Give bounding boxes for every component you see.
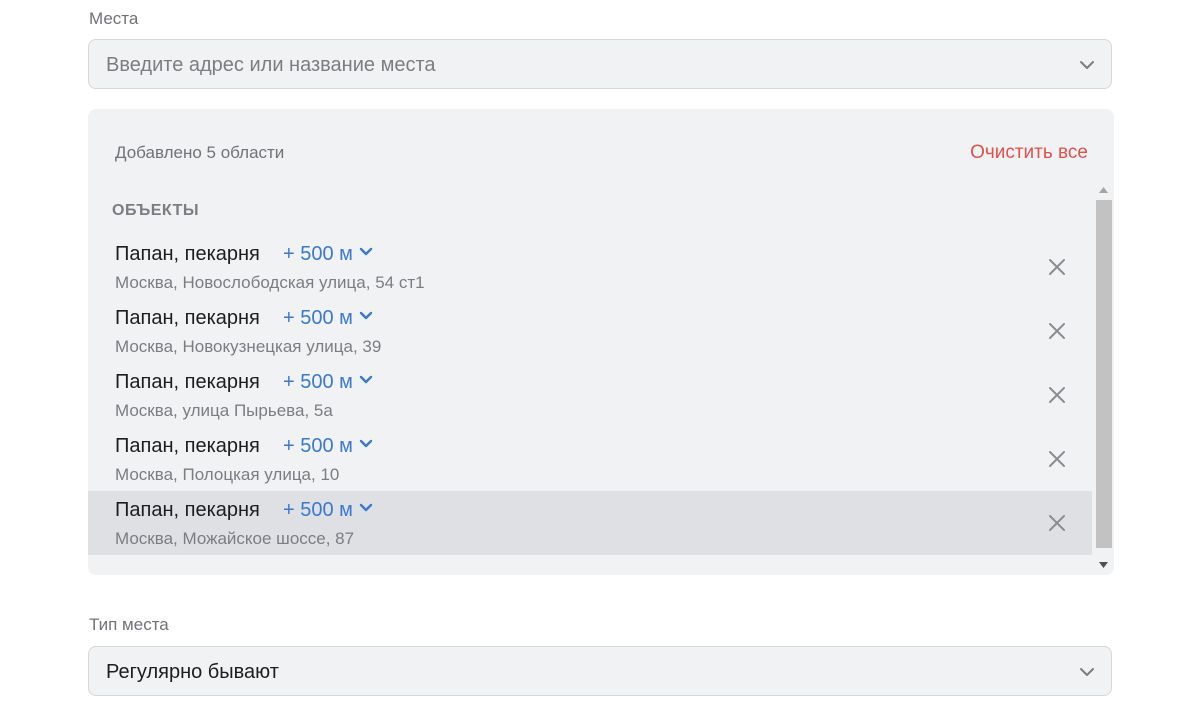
selected-places-panel: Добавлено 5 области Очистить все ОБЪЕКТЫ…	[88, 109, 1114, 575]
place-address: Москва, Новослободская улица, 54 ст1	[115, 273, 425, 292]
chevron-down-icon	[359, 503, 373, 512]
scroll-up-arrow-icon[interactable]	[1099, 187, 1108, 193]
list-item[interactable]: Папан, пекарня + 500 м Москва, улица Пыр…	[88, 363, 1092, 427]
section-title-objects: ОБЪЕКТЫ	[112, 202, 200, 219]
place-type-select[interactable]: Регулярно бывают	[88, 646, 1112, 696]
place-name: Папан, пекарня	[115, 307, 260, 329]
place-name: Папан, пекарня	[115, 371, 260, 393]
places-search-input[interactable]: Введите адрес или название места	[106, 54, 436, 77]
radius-dropdown[interactable]: + 500 м	[283, 243, 373, 266]
close-icon[interactable]	[1048, 450, 1066, 468]
place-name: Папан, пекарня	[115, 243, 260, 265]
radius-dropdown[interactable]: + 500 м	[283, 499, 373, 522]
radius-value: + 500 м	[283, 243, 353, 265]
scrollbar-thumb[interactable]	[1096, 200, 1112, 548]
chevron-down-icon	[359, 247, 373, 256]
list-item[interactable]: Папан, пекарня + 500 м Москва, Новокузне…	[88, 299, 1092, 363]
place-address: Москва, Можайское шоссе, 87	[115, 529, 355, 548]
place-address: Москва, Новокузнецкая улица, 39	[115, 337, 382, 356]
chevron-down-icon	[359, 375, 373, 384]
place-name: Папан, пекарня	[115, 499, 260, 521]
radius-value: + 500 м	[283, 307, 353, 329]
added-count-text: Добавлено 5 области	[115, 143, 285, 162]
chevron-down-icon	[359, 311, 373, 320]
radius-value: + 500 м	[283, 435, 353, 457]
close-icon[interactable]	[1048, 514, 1066, 532]
radius-dropdown[interactable]: + 500 м	[283, 371, 373, 394]
places-list: Папан, пекарня + 500 м Москва, Новослобо…	[88, 235, 1092, 555]
close-icon[interactable]	[1048, 258, 1066, 276]
radius-value: + 500 м	[283, 371, 353, 393]
radius-value: + 500 м	[283, 499, 353, 521]
places-label: Места	[89, 9, 139, 28]
scrollbar[interactable]	[1095, 184, 1112, 575]
radius-dropdown[interactable]: + 500 м	[283, 435, 373, 458]
radius-dropdown[interactable]: + 500 м	[283, 307, 373, 330]
chevron-down-icon	[359, 439, 373, 448]
list-item[interactable]: Папан, пекарня + 500 м Москва, Можайское…	[88, 491, 1092, 555]
place-type-label: Тип места	[89, 615, 169, 634]
place-type-value: Регулярно бывают	[106, 661, 279, 683]
scroll-down-arrow-icon[interactable]	[1099, 562, 1108, 568]
chevron-down-icon[interactable]	[1077, 55, 1097, 75]
list-item[interactable]: Папан, пекарня + 500 м Москва, Полоцкая …	[88, 427, 1092, 491]
close-icon[interactable]	[1048, 386, 1066, 404]
page: Места Введите адрес или название места Д…	[0, 0, 1200, 720]
place-address: Москва, улица Пырьева, 5а	[115, 401, 333, 420]
place-name: Папан, пекарня	[115, 435, 260, 457]
clear-all-button[interactable]: Очистить все	[970, 142, 1088, 164]
places-search-select[interactable]: Введите адрес или название места	[88, 39, 1112, 89]
place-address: Москва, Полоцкая улица, 10	[115, 465, 340, 484]
close-icon[interactable]	[1048, 322, 1066, 340]
chevron-down-icon[interactable]	[1077, 662, 1097, 682]
list-item[interactable]: Папан, пекарня + 500 м Москва, Новослобо…	[88, 235, 1092, 299]
